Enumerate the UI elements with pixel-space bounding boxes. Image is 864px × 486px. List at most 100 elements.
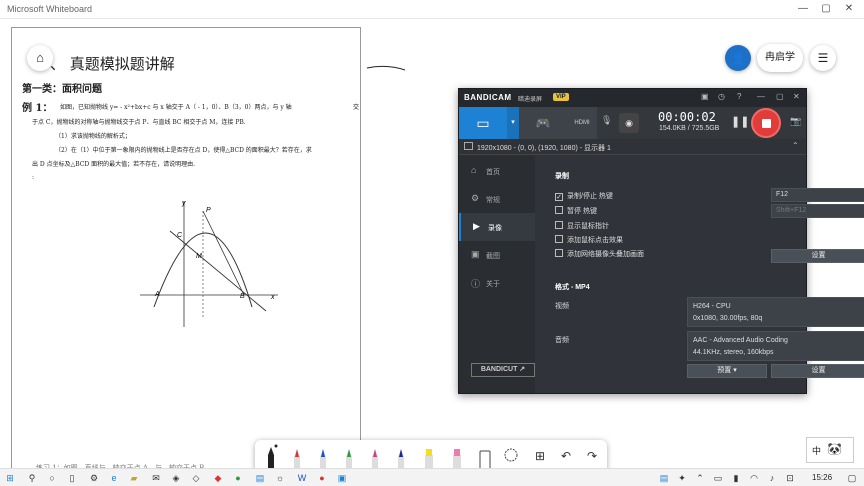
screen-mode-icon[interactable]: ▭ [459,107,507,139]
video-label: 视频 [555,303,569,310]
close-icon[interactable]: ✕ [793,92,800,101]
word-icon[interactable]: W [296,472,308,484]
nav-video[interactable]: ▶ 录像 [459,213,535,241]
eraser-icon[interactable] [477,443,493,471]
maximize-button[interactable]: ▢ [817,2,835,16]
question-line: 交 [353,104,360,111]
webcam-icon[interactable]: ◉ [619,113,639,133]
green-pen-icon[interactable] [341,443,357,471]
volume-icon[interactable]: ♪ [766,472,778,484]
clock-icon[interactable]: ◷ [718,92,725,101]
record-heading: 录制 [555,173,569,180]
add-icon[interactable]: ⊞ [532,449,548,463]
check-pause-hotkey[interactable]: 暂停 热键 [555,206,597,216]
close-button[interactable]: ✕ [840,2,858,16]
vip-badge[interactable]: VIP [553,93,569,101]
app-icon[interactable]: ▤ [254,472,266,484]
nav-about[interactable]: ⓘ 关于 [459,269,535,297]
tray-icon[interactable]: ▤ [658,472,670,484]
clock[interactable]: 15:26 [812,473,832,482]
minimize-icon[interactable]: — [757,92,765,101]
bandicam-window[interactable]: BANDICAM 暗迪录屏 VIP ▣ ◷ ? — ▢ ✕ ▭ ▾ 🎮 HDMI… [458,88,864,394]
folder-icon[interactable]: ▰ [128,472,140,484]
mail-icon[interactable]: ✉ [150,472,162,484]
hdmi-mode-icon[interactable]: HDMI [567,107,597,139]
bandicam-titlebar: BANDICAM 暗迪录屏 VIP ▣ ◷ ? — ▢ ✕ [459,89,806,107]
search-icon[interactable]: ⚲ [26,472,38,484]
check-hotkey[interactable]: ✓ 录制/停止 热键 [555,191,613,201]
folder-icon[interactable]: ▣ [701,92,709,101]
pink-highlighter-icon[interactable] [449,443,465,471]
maximize-icon[interactable]: ▢ [776,92,784,101]
doc-title: 、 真题模拟题讲解 [50,55,175,73]
battery-icon[interactable]: ▮ [730,472,742,484]
black-pen-icon[interactable] [263,443,279,471]
section-title: 第一类：面积问题 [22,84,102,95]
question-line: （2）在（1）中位于第一象限内的抛物线上是否存在点 D，使得△BCD 的面积最大… [55,147,312,154]
blue-pen-icon[interactable] [315,443,331,471]
mic-icon[interactable]: 🎙 [601,115,612,126]
lasso-icon[interactable] [503,443,519,471]
app-icon[interactable]: ☼ [274,472,286,484]
settings-icon[interactable]: ⚙ [88,472,100,484]
start-icon[interactable]: ⊞ [4,472,16,484]
user-icon[interactable]: 👤 [725,45,751,71]
undo-icon[interactable]: ↶ [558,449,574,463]
pink-pen-icon[interactable] [367,443,383,471]
ink-stroke[interactable] [365,59,410,79]
whiteboard-icon[interactable]: ▣ [336,472,348,484]
red-pen-icon[interactable] [289,443,305,471]
menu-icon[interactable]: ☰ [810,45,836,71]
webcam-settings-button[interactable]: 设置 [771,249,864,263]
record-icon[interactable]: ● [316,472,328,484]
task-view-icon[interactable]: ▯ [66,472,78,484]
pause-hotkey-field[interactable]: Shift+F12 [771,204,864,218]
app-icon[interactable]: ◈ [170,472,182,484]
ime-widget[interactable]: 中 🐼 [806,437,854,463]
check-webcam[interactable]: 添加网络摄像头叠加画面 [555,249,644,259]
format-settings-button[interactable]: 设置 [771,364,864,378]
camera-icon[interactable]: 📷 [790,116,801,127]
share-button[interactable]: 冉启学 [757,44,803,72]
audio-codec: AAC - Advanced Audio Coding [693,337,788,344]
stop-record-button[interactable] [751,108,781,138]
navy-pen-icon[interactable] [393,443,409,471]
bandicam-main: 录制 ✓ 录制/停止 热键 暂停 热键 显示鼠标指针 添加鼠标点击效果 添加网络摄… [535,155,864,393]
check-cursor[interactable]: 显示鼠标指针 [555,221,609,231]
preset-button[interactable]: 预置 ▾ [687,364,767,378]
hotkey-field[interactable]: F12 [771,188,864,202]
network-icon[interactable]: ▭ [712,472,724,484]
cortana-icon[interactable]: ○ [46,472,58,484]
minimize-button[interactable]: — [794,2,812,16]
check-click-effect[interactable]: 添加鼠标点击效果 [555,235,623,245]
notification-icon[interactable]: ▢ [846,472,858,484]
nav-home[interactable]: ⌂ 首页 [459,157,535,185]
wifi-icon[interactable]: ◠ [748,472,760,484]
app-icon[interactable]: ● [232,472,244,484]
tray-icon[interactable]: ✦ [676,472,688,484]
app-icon[interactable]: ◆ [212,472,224,484]
image-icon: ▣ [471,249,480,259]
mode-bar[interactable]: 1920x1080 - (0, 0), (1920, 1080) - 显示器 1… [459,139,806,155]
nav-image[interactable]: ▣ 截图 [459,241,535,269]
question-line: 出 D 点坐标及△BCD 面积的最大值；若不存在，请说明理由. [32,161,195,168]
chevron-down-icon[interactable]: ▾ [507,107,519,139]
monitor-icon [464,142,473,150]
redo-icon[interactable]: ↷ [584,449,600,463]
tray-icon[interactable]: ⊡ [784,472,796,484]
yellow-highlighter-icon[interactable] [421,443,437,471]
audio-format-box: AAC - Advanced Audio Coding 44.1KHz, ste… [687,331,864,361]
bandicut-button[interactable]: BANDICUT ↗ [471,363,535,377]
help-icon[interactable]: ? [737,92,741,101]
game-mode-icon[interactable]: 🎮 [519,107,567,139]
app-icon[interactable]: ◇ [190,472,202,484]
chevron-up-icon[interactable]: ⌃ [792,141,799,150]
bandicam-tab[interactable]: 暗迪录屏 [518,94,542,103]
nav-general[interactable]: ⚙ 常规 [459,185,535,213]
chevron-down-icon: ▾ [733,367,737,374]
pause-icon[interactable]: ❚❚ [731,115,749,128]
chevron-up-icon[interactable]: ⌃ [694,472,706,484]
question-line: 如图，已知抛物线 y= - x²+bx+c 与 x 轴交于 A（ - 1，0）、… [60,104,292,111]
point-a: A [154,291,160,298]
edge-icon[interactable]: e [108,472,120,484]
